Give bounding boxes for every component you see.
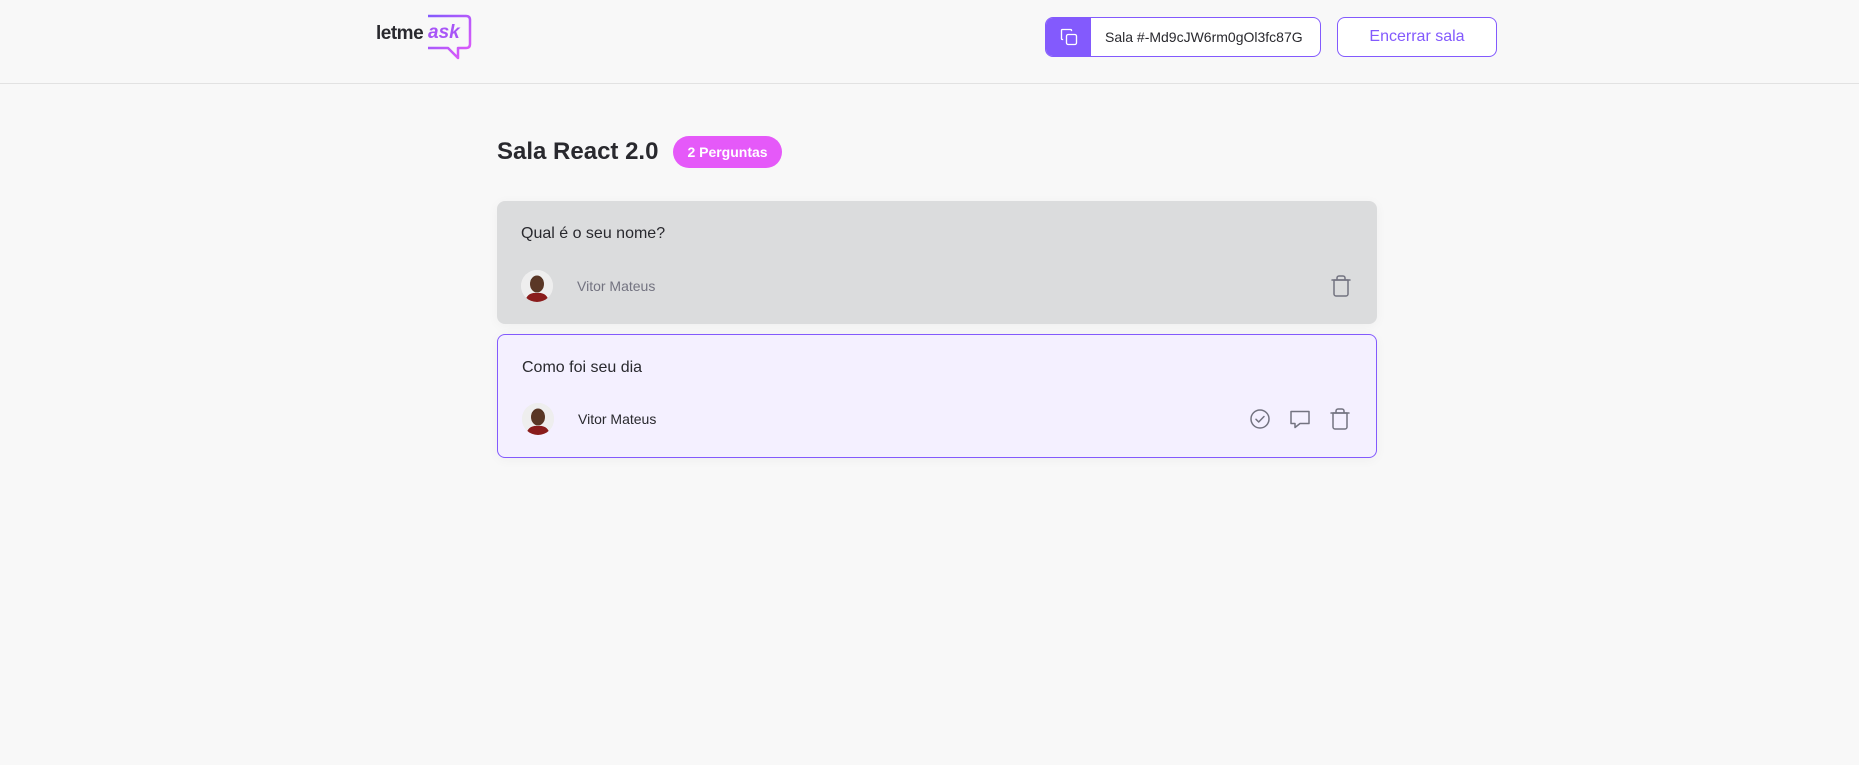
trash-icon [1330,408,1350,430]
delete-question-button[interactable] [1329,274,1353,298]
letmeask-logo: letme ask [376,14,472,60]
delete-question-button[interactable] [1328,407,1352,431]
question-actions [1329,274,1353,298]
question-footer: Vitor Mateus [522,403,1352,435]
highlight-question-button[interactable] [1288,407,1312,431]
question-card: Qual é o seu nome? Vitor Mateus [497,201,1377,324]
question-author: Vitor Mateus [522,403,656,435]
room-title-row: Sala React 2.0 2 Perguntas [497,136,782,168]
end-room-button[interactable]: Encerrar sala [1337,17,1497,57]
question-card: Como foi seu dia Vitor Mateus [497,334,1377,458]
question-footer: Vitor Mateus [521,270,1353,302]
page-title: Sala React 2.0 [497,138,659,165]
avatar [521,270,553,302]
mark-answered-button[interactable] [1248,407,1272,431]
page-header: letme ask Sala #-Md9cJW6rm0gOl3fc87G Enc… [0,0,1859,84]
author-name: Vitor Mateus [578,411,657,427]
check-circle-icon [1250,409,1270,429]
copy-icon [1060,28,1077,46]
question-author: Vitor Mateus [521,270,655,302]
trash-icon [1331,275,1351,297]
room-code-text: Sala #-Md9cJW6rm0gOl3fc87G [1105,29,1303,45]
question-count-badge: 2 Perguntas [673,136,782,168]
avatar [522,403,554,435]
chat-bubble-icon [1290,410,1310,429]
copy-room-code-button[interactable]: Sala #-Md9cJW6rm0gOl3fc87G [1045,17,1321,57]
question-actions [1248,407,1352,431]
question-content: Como foi seu dia [522,359,643,376]
copy-icon-box [1046,18,1091,56]
question-content: Qual é o seu nome? [521,225,666,242]
logo-text-ask: ask [428,22,460,43]
author-name: Vitor Mateus [577,278,656,294]
logo-text-main: letme [376,23,424,44]
